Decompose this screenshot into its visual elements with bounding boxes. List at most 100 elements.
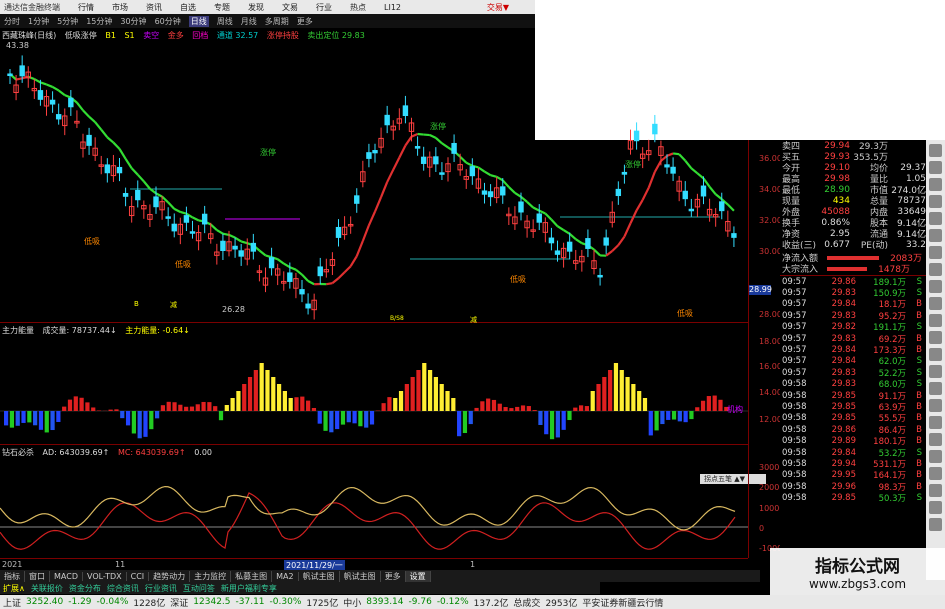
- period-tab[interactable]: 分时: [4, 16, 20, 27]
- tool-icon[interactable]: [929, 229, 942, 242]
- menu-item[interactable]: 市场: [112, 2, 128, 13]
- tick-row[interactable]: 09:58 29.85 91.1万 B: [780, 390, 926, 402]
- tick-list[interactable]: 09:57 29.86 189.1万 S 09:57 29.83 150.9万 S 09:57 2…: [780, 276, 926, 504]
- indicator-tab[interactable]: 趋势动力: [149, 570, 191, 582]
- indicator-tab[interactable]: MACD: [50, 571, 83, 581]
- tick-side: S: [916, 356, 922, 367]
- tick-row[interactable]: 09:57 29.84 62.0万 S: [780, 356, 926, 367]
- period-tab[interactable]: 30分钟: [120, 16, 146, 27]
- extension-tab[interactable]: 综合资讯: [104, 583, 142, 594]
- index-name[interactable]: 深证: [170, 596, 188, 609]
- index-pct: -0.04%: [96, 597, 129, 607]
- tick-row[interactable]: 09:58 29.85 50.3万 S: [780, 492, 926, 504]
- tool-icon[interactable]: [929, 314, 942, 327]
- menu-item[interactable]: 自选: [180, 2, 196, 13]
- tick-row[interactable]: 09:57 29.83 52.2万 S: [780, 367, 926, 379]
- energy-bar: [410, 377, 415, 411]
- tick-row[interactable]: 09:57 29.84 18.1万 B: [780, 299, 926, 310]
- tick-row[interactable]: 09:58 29.84 53.2万 S: [780, 447, 926, 459]
- tick-row[interactable]: 09:58 29.89 180.1万 B: [780, 435, 926, 447]
- tool-icon[interactable]: [929, 382, 942, 395]
- period-tab[interactable]: 更多: [297, 16, 313, 27]
- tick-row[interactable]: 09:57 29.82 191.1万 S: [780, 322, 926, 333]
- indicator-tab[interactable]: VOL-TDX: [83, 571, 127, 581]
- tick-row[interactable]: 09:57 29.84 173.3万 B: [780, 344, 926, 356]
- index-name[interactable]: 上证: [3, 596, 21, 609]
- tick-row[interactable]: 09:58 29.95 164.1万 B: [780, 470, 926, 481]
- tick-row[interactable]: 09:57 29.83 69.2万 B: [780, 333, 926, 345]
- trade-button[interactable]: 交易▼: [487, 2, 509, 13]
- tool-icon[interactable]: [929, 297, 942, 310]
- tool-icon[interactable]: [929, 144, 942, 157]
- tool-icon[interactable]: [929, 178, 942, 191]
- menu-item[interactable]: 发现: [248, 2, 264, 13]
- tick-row[interactable]: 09:57 29.86 189.1万 S: [780, 276, 926, 288]
- index-name[interactable]: 中小: [343, 596, 361, 609]
- period-tab[interactable]: 多周期: [265, 16, 289, 27]
- indicator-tab[interactable]: 私募主图: [231, 570, 273, 582]
- tool-icon[interactable]: [929, 212, 942, 225]
- indicator-tab[interactable]: 帆试主图: [340, 570, 381, 582]
- tool-icon[interactable]: [929, 331, 942, 344]
- energy-panel[interactable]: 主力能量 成交量: 78737.44↓ 主力能量: -0.64↓ 机构: [0, 324, 748, 445]
- tool-icon[interactable]: [929, 280, 942, 293]
- extension-tab[interactable]: 资金分布: [66, 583, 104, 594]
- menu-item[interactable]: 行业: [316, 2, 332, 13]
- tick-row[interactable]: 09:58 29.85 63.9万 B: [780, 401, 926, 413]
- tool-icon[interactable]: [929, 416, 942, 429]
- energy-bar: [393, 398, 398, 411]
- tool-icon[interactable]: [929, 484, 942, 497]
- period-tab[interactable]: 周线: [217, 16, 233, 27]
- tick-row[interactable]: 09:57 29.83 95.2万 B: [780, 310, 926, 322]
- indicator-tab[interactable]: 帆试主图: [299, 570, 340, 582]
- indicator-tab-selected[interactable]: 设置: [405, 570, 431, 582]
- menu-item[interactable]: LI12: [384, 3, 401, 12]
- period-tab[interactable]: 15分钟: [86, 16, 112, 27]
- indicator-tab[interactable]: MA2: [272, 571, 299, 581]
- period-tab[interactable]: 5分钟: [57, 16, 78, 27]
- tool-icon[interactable]: [929, 246, 942, 259]
- extension-tab[interactable]: 新用户福利专享: [218, 583, 280, 594]
- kline-panel[interactable]: 西藏珠峰(日线) 低吸涨停 B1 S1 卖空 金多 回档 通道 32.57 涨停…: [0, 29, 748, 324]
- tool-icon[interactable]: [929, 195, 942, 208]
- indicator-tab[interactable]: 主力监控: [190, 570, 232, 582]
- tool-icon[interactable]: [929, 433, 942, 446]
- tool-icon[interactable]: [929, 467, 942, 480]
- tool-icon[interactable]: [929, 501, 942, 514]
- indicator-tab[interactable]: 更多: [381, 570, 406, 582]
- tick-row[interactable]: 09:58 29.94 531.1万 B: [780, 458, 926, 470]
- tool-icon[interactable]: [929, 518, 942, 531]
- tool-icon[interactable]: [929, 161, 942, 174]
- tick-row[interactable]: 09:58 29.83 68.0万 S: [780, 379, 926, 390]
- tick-row[interactable]: 09:58 29.96 98.3万 B: [780, 481, 926, 493]
- tool-icon[interactable]: [929, 450, 942, 463]
- menu-item[interactable]: 文易: [282, 2, 298, 13]
- extension-tab[interactable]: 行业资讯: [142, 583, 180, 594]
- legend-item: 卖空: [143, 31, 160, 40]
- menu-item[interactable]: 热点: [350, 2, 366, 13]
- period-tab[interactable]: 月线: [241, 16, 257, 27]
- energy-bar: [381, 403, 386, 411]
- menu-item[interactable]: 行情: [78, 2, 94, 13]
- tick-row[interactable]: 09:57 29.83 150.9万 S: [780, 287, 926, 299]
- news-ticker[interactable]: 平安证券新疆云行情: [582, 596, 663, 609]
- tool-icon[interactable]: [929, 365, 942, 378]
- indicator-tab[interactable]: 窗口: [25, 570, 50, 582]
- indicator-tab[interactable]: CCI: [127, 571, 150, 581]
- tool-icon[interactable]: [929, 348, 942, 361]
- tool-icon[interactable]: [929, 263, 942, 276]
- indicator-tab[interactable]: 指标: [0, 570, 25, 582]
- tool-icon[interactable]: [929, 399, 942, 412]
- period-tab-selected[interactable]: 日线: [188, 15, 209, 27]
- menu-item[interactable]: 专题: [214, 2, 230, 13]
- period-tab[interactable]: 60分钟: [155, 16, 181, 27]
- tick-row[interactable]: 09:58 29.85 55.5万 B: [780, 413, 926, 424]
- menu-item[interactable]: 资讯: [146, 2, 162, 13]
- ad-panel[interactable]: 钻石必杀 AD: 643039.69↑ MC: 643039.69↑ 0.00: [0, 446, 748, 558]
- period-tab[interactable]: 1分钟: [28, 16, 49, 27]
- extension-tab[interactable]: 关联报价: [28, 583, 66, 594]
- energy-bar: [85, 402, 90, 411]
- extension-tab[interactable]: 互动问答: [180, 583, 218, 594]
- tick-row[interactable]: 09:58 29.86 86.4万 B: [780, 424, 926, 436]
- extension-tab[interactable]: 扩展∧: [0, 583, 28, 594]
